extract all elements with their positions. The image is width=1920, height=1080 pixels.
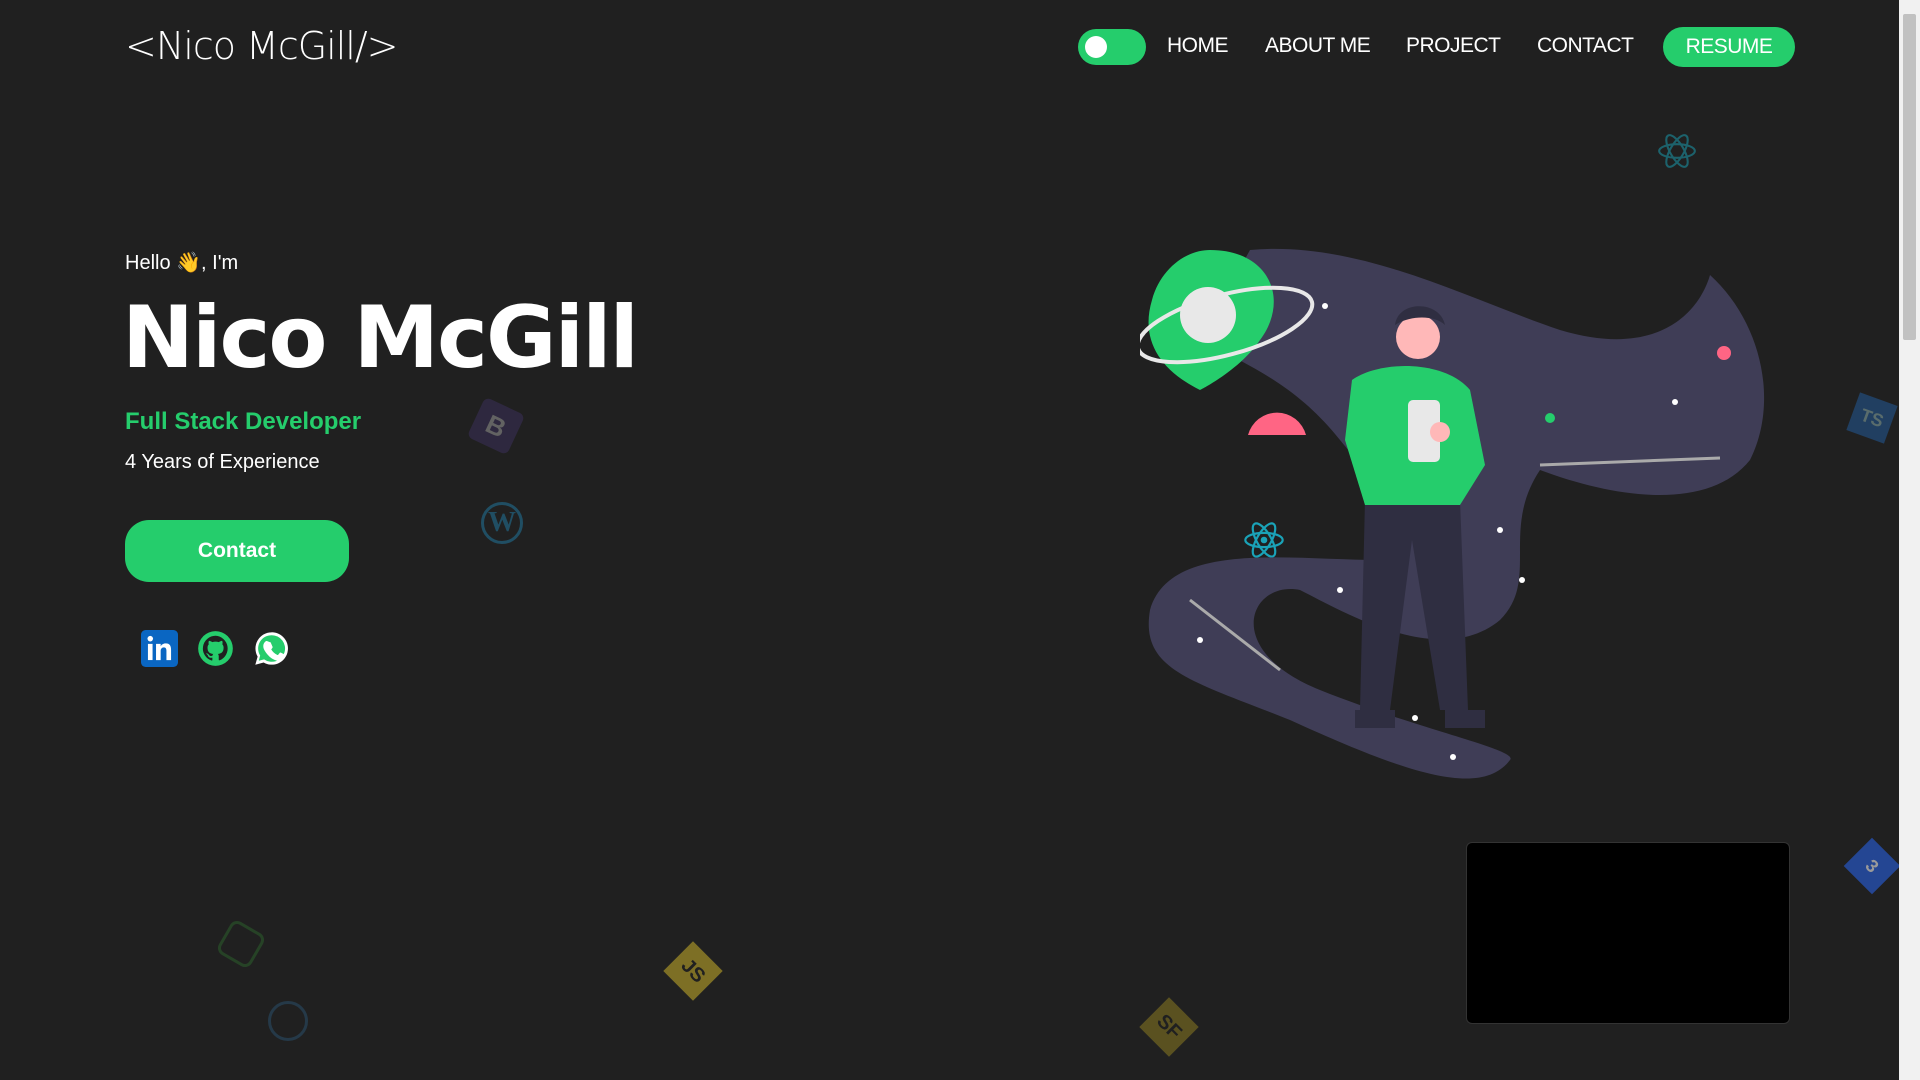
scrollbar-thumb[interactable] [1903,14,1916,340]
greeting: Hello 👋, I'm [125,252,239,274]
nav-project[interactable]: PROJECT [1406,34,1501,58]
bootstrap-icon: B [466,396,526,456]
video-player[interactable] [1466,842,1790,1024]
mysql-icon [268,1001,308,1041]
symfony-icon: SF [1139,997,1199,1057]
logo[interactable]: <Nico McGill/> [125,24,398,68]
wordpress-icon: W [481,502,523,544]
javascript-icon: JS [663,941,723,1001]
theme-toggle[interactable] [1078,29,1146,65]
toggle-knob [1085,36,1107,58]
hero-name: Nico McGill [122,288,639,388]
linkedin-icon[interactable] [141,630,178,667]
typescript-icon: TS [1846,392,1898,444]
contact-button[interactable]: Contact [125,520,349,582]
hero-experience: 4 Years of Experience [125,451,320,473]
nodejs-icon [215,918,267,970]
nav-about-me[interactable]: ABOUT ME [1265,34,1371,58]
css3-icon: 3 [1843,837,1901,895]
react-icon [1658,134,1696,168]
developer-illustration [1140,248,1765,779]
hero-role: Full Stack Developer [125,408,362,435]
resume-button[interactable]: RESUME [1663,27,1795,67]
whatsapp-icon[interactable] [253,630,290,667]
nav-contact[interactable]: CONTACT [1537,34,1634,58]
github-icon[interactable] [197,630,234,667]
nav-home[interactable]: HOME [1167,34,1229,58]
